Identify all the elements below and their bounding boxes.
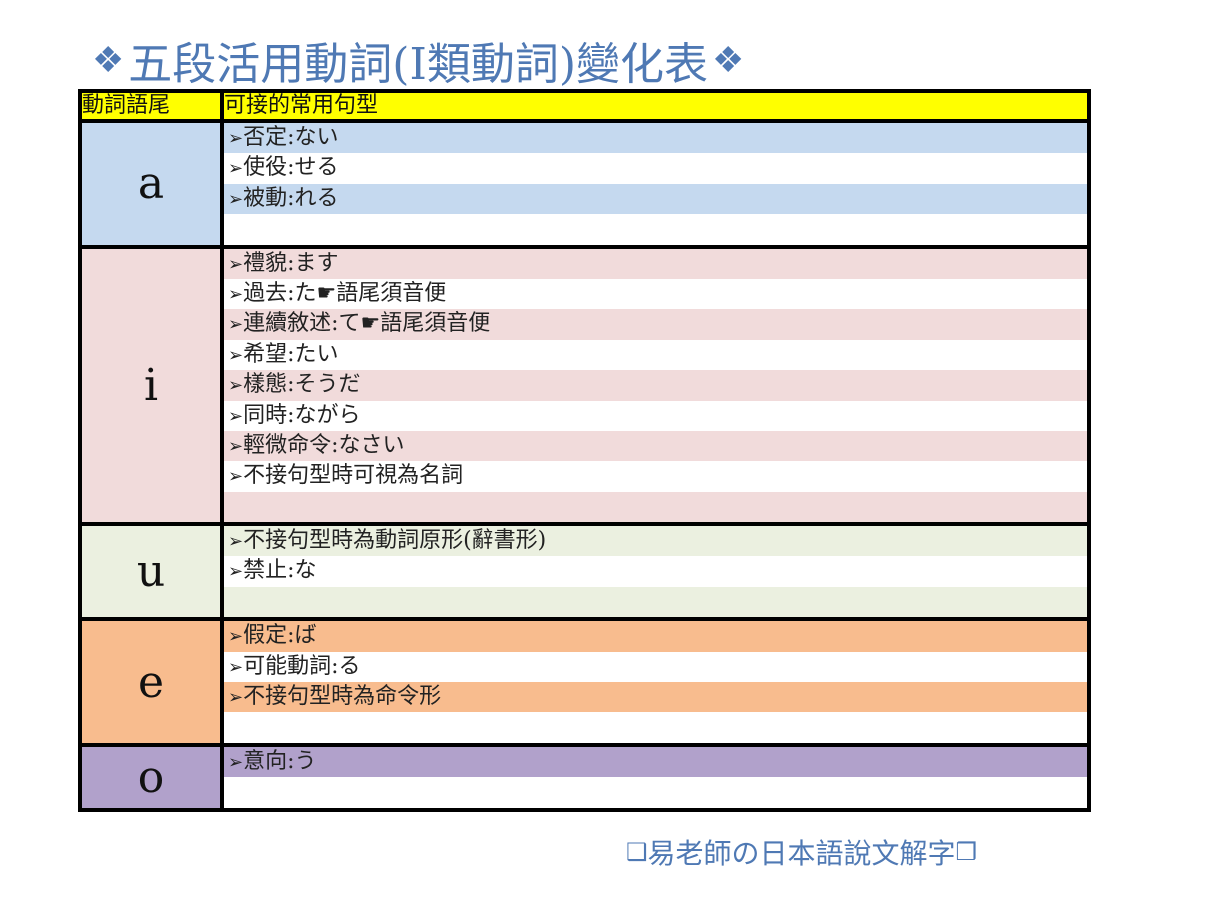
pattern-line: ➢可能動詞:る bbox=[228, 653, 361, 679]
pattern-line: ➢禮貌:ます bbox=[224, 248, 1087, 279]
pattern-line-empty bbox=[224, 586, 1087, 618]
arrow-icon: ➢ bbox=[228, 626, 244, 648]
checkbox-icon: ❒ bbox=[955, 838, 978, 866]
pattern-line: ➢使役:せる bbox=[228, 155, 339, 181]
pattern-line-empty bbox=[224, 214, 1087, 244]
conjugation-table: 動詞語尾 可接的常用句型 a ➢否定:ない ➢使役:せる ➢被動:れる i ➢禮… bbox=[78, 89, 1091, 812]
arrow-icon: ➢ bbox=[228, 344, 244, 366]
diamond-icon: ❖ bbox=[712, 39, 745, 81]
patterns-cell-u: ➢不接句型時為動詞原形(辭書形) ➢禁止:な bbox=[220, 522, 1091, 622]
patterns-cell-o: ➢意向:う bbox=[220, 742, 1091, 812]
table-row: i ➢禮貌:ます ➢過去:た☛語尾須音便 ➢連續敘述:て☛語尾須音便 ➢希望:た… bbox=[78, 244, 1091, 527]
pattern-line: ➢意向:う bbox=[224, 746, 1087, 778]
arrow-icon: ➢ bbox=[228, 751, 244, 773]
pattern-line: ➢希望:たい bbox=[228, 341, 339, 367]
arrow-icon: ➢ bbox=[228, 656, 244, 678]
table-header-row: 動詞語尾 可接的常用句型 bbox=[78, 89, 1091, 123]
page-title: ❖ 五段活用動詞(I類動詞)變化表 ❖ bbox=[92, 30, 744, 90]
ending-cell-i: i bbox=[78, 244, 224, 527]
arrow-icon: ➢ bbox=[228, 375, 244, 397]
pattern-line: ➢連續敘述:て☛語尾須音便 bbox=[224, 309, 1087, 340]
footer-credit: ❑ 易老師の日本語說文解字 ❒ bbox=[626, 832, 977, 872]
patterns-cell-i: ➢禮貌:ます ➢過去:た☛語尾須音便 ➢連續敘述:て☛語尾須音便 ➢希望:たい … bbox=[220, 244, 1091, 527]
table-row: e ➢假定:ば ➢可能動詞:る ➢不接句型時為命令形 bbox=[78, 617, 1091, 747]
pattern-line: ➢不接句型時可視為名詞 bbox=[228, 463, 464, 489]
table-row: o ➢意向:う bbox=[78, 742, 1091, 812]
pattern-line: ➢否定:ない bbox=[224, 123, 1087, 154]
header-ending: 動詞語尾 bbox=[78, 89, 224, 123]
footer-text: 易老師の日本語說文解字 bbox=[647, 837, 956, 870]
diamond-icon: ❖ bbox=[92, 39, 125, 81]
pattern-line-empty bbox=[224, 777, 1087, 807]
patterns-cell-a: ➢否定:ない ➢使役:せる ➢被動:れる bbox=[220, 119, 1091, 249]
ending-cell-u: u bbox=[78, 522, 224, 622]
ending-cell-a: a bbox=[78, 119, 224, 249]
pattern-line-empty bbox=[224, 712, 1087, 742]
arrow-icon: ➢ bbox=[228, 128, 244, 149]
arrow-icon: ➢ bbox=[228, 158, 244, 180]
arrow-icon: ➢ bbox=[228, 253, 244, 275]
pattern-line: ➢禁止:な bbox=[228, 558, 317, 584]
checkbox-icon: ❑ bbox=[626, 838, 648, 866]
header-patterns: 可接的常用句型 bbox=[220, 89, 1091, 123]
pattern-line: ➢被動:れる bbox=[224, 183, 1087, 215]
pattern-line: ➢不接句型時為命令形 bbox=[224, 682, 1087, 713]
title-text: 五段活用動詞(I類動詞)變化表 bbox=[128, 39, 708, 90]
pattern-line: ➢同時:ながら bbox=[228, 402, 361, 428]
pattern-line: ➢不接句型時為動詞原形(辭書形) bbox=[224, 526, 1087, 557]
arrow-icon: ➢ bbox=[228, 405, 244, 427]
patterns-cell-e: ➢假定:ば ➢可能動詞:る ➢不接句型時為命令形 bbox=[220, 617, 1091, 747]
arrow-icon: ➢ bbox=[228, 188, 244, 210]
ending-cell-o: o bbox=[78, 742, 224, 812]
arrow-icon: ➢ bbox=[228, 466, 244, 488]
arrow-icon: ➢ bbox=[228, 687, 244, 709]
pattern-line: ➢輕微命令:なさい bbox=[224, 430, 1087, 462]
arrow-icon: ➢ bbox=[228, 435, 244, 457]
pattern-line-empty bbox=[224, 491, 1087, 523]
arrow-icon: ➢ bbox=[228, 314, 244, 336]
arrow-icon: ➢ bbox=[228, 561, 244, 583]
table-row: u ➢不接句型時為動詞原形(辭書形) ➢禁止:な bbox=[78, 522, 1091, 622]
ending-cell-e: e bbox=[78, 617, 224, 747]
pattern-line: ➢假定:ば bbox=[224, 621, 1087, 652]
table-row: a ➢否定:ない ➢使役:せる ➢被動:れる bbox=[78, 119, 1091, 249]
arrow-icon: ➢ bbox=[228, 531, 244, 553]
pattern-line: ➢過去:た☛語尾須音便 bbox=[228, 280, 447, 306]
arrow-icon: ➢ bbox=[228, 283, 244, 305]
pattern-line: ➢樣態:そうだ bbox=[224, 370, 1087, 401]
